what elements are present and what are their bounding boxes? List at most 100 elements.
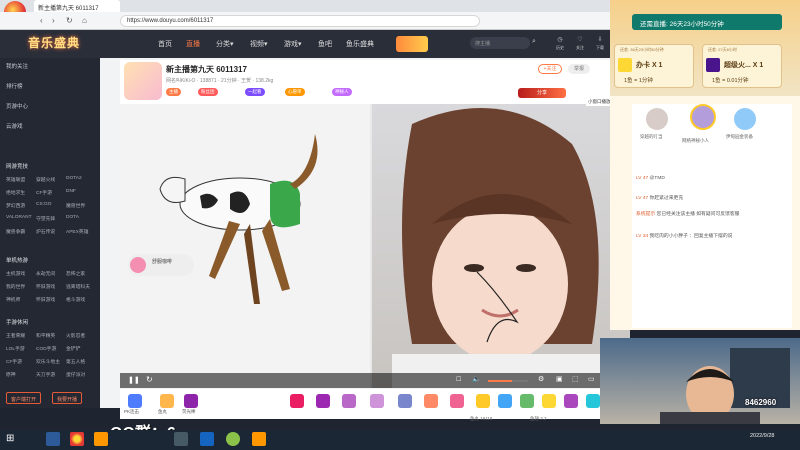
sidebar-item-cloudgame[interactable]: 云游戏 — [6, 122, 23, 130]
mini-window-button[interactable]: 小窗口播放 — [586, 98, 613, 106]
sidebar-link[interactable]: 穿越火线 — [36, 176, 66, 183]
search-input[interactable]: 搜主播 — [470, 37, 530, 49]
nav-video[interactable]: 视频▾ — [250, 39, 268, 49]
steam-icon[interactable] — [46, 432, 60, 446]
download-icon[interactable]: ⇩ — [592, 36, 608, 43]
danmu-icon[interactable]: ☐ — [456, 376, 461, 383]
sidebar-link[interactable]: 怀旧游戏 — [36, 296, 66, 303]
reload-icon[interactable]: ↻ — [66, 16, 73, 25]
sidebar-link[interactable]: 第五人格 — [66, 358, 96, 365]
sidebar-link[interactable]: 王者荣耀 — [6, 332, 36, 339]
app-icon[interactable] — [174, 432, 188, 446]
sidebar-link[interactable]: 魔兽争霸 — [6, 228, 36, 235]
chat-user[interactable]: LV 34 — [636, 234, 648, 239]
app-icon[interactable] — [252, 432, 266, 446]
sidebar-link[interactable]: 主机游戏 — [6, 270, 36, 277]
browser-tab[interactable]: 新主播第九天 6011317 — [34, 0, 120, 12]
home-icon[interactable]: ⌂ — [82, 16, 87, 25]
gift-icon[interactable] — [498, 394, 512, 408]
sidebar-item-following[interactable]: 我的关注 — [6, 62, 28, 70]
sidebar-link[interactable]: 格斗游戏 — [66, 296, 96, 303]
open-client-button[interactable]: 客户端打开 — [6, 392, 42, 404]
sidebar-link[interactable]: APEX英雄 — [66, 228, 96, 235]
sidebar-link[interactable]: CF手游 — [6, 358, 36, 365]
sidebar-link[interactable]: 逃离塔科夫 — [66, 283, 96, 290]
gift-icon[interactable] — [476, 394, 490, 408]
share-button[interactable]: 分享 — [518, 88, 566, 98]
sidebar-link[interactable]: 神机师 — [6, 296, 36, 303]
sidebar-section-online[interactable]: 网游竞技 — [6, 162, 28, 170]
sidebar-link[interactable]: 和平精英 — [36, 332, 66, 339]
sidebar-link[interactable]: 魔兽世界 — [66, 202, 96, 209]
sidebar-item-rank[interactable]: 排行榜 — [6, 82, 23, 90]
sidebar-link[interactable]: CS:GO — [36, 202, 66, 209]
sidebar-link[interactable]: 绝地求生 — [6, 189, 36, 196]
room-tag[interactable]: 神秘人 — [332, 88, 352, 96]
url-input[interactable]: https://www.douyu.com/6011317 — [120, 15, 480, 27]
sidebar-link[interactable]: 英雄联盟 — [6, 176, 36, 183]
fishball-icon[interactable] — [160, 394, 174, 408]
plane-icon[interactable] — [342, 394, 356, 408]
room-tag[interactable]: 心愿单 — [285, 88, 305, 96]
nav-home[interactable]: 首页 — [158, 39, 172, 49]
sidebar-link[interactable]: CF手游 — [36, 189, 66, 196]
theater-icon[interactable]: ▭ — [588, 375, 595, 383]
chat-user[interactable]: LV 47 — [636, 176, 648, 181]
gift-icon[interactable] — [564, 394, 578, 408]
sidebar-link[interactable]: 原神 — [6, 371, 36, 378]
sidebar-link[interactable]: LOL手游 — [6, 345, 36, 352]
sidebar-link[interactable]: 我的世界 — [6, 283, 36, 290]
app-icon[interactable] — [226, 432, 240, 446]
carnival-icon[interactable] — [450, 394, 464, 408]
nav-live[interactable]: 直播 — [186, 39, 200, 49]
sidebar-link[interactable]: DNF — [66, 189, 96, 196]
sidebar-link[interactable]: 守望先锋 — [36, 215, 66, 222]
gift-icon[interactable] — [520, 394, 534, 408]
history-icon[interactable]: ◷ — [552, 36, 568, 43]
sidebar-link[interactable]: VALORANT — [6, 215, 36, 222]
site-logo[interactable]: 音乐盛典 — [28, 34, 80, 51]
pk-icon[interactable] — [128, 394, 142, 408]
settings-icon[interactable]: ⚙ — [538, 375, 544, 383]
streamer-avatar[interactable] — [124, 62, 162, 100]
sidebar-link[interactable]: 火影忍者 — [66, 332, 96, 339]
sidebar-section-single[interactable]: 单机热游 — [6, 256, 28, 264]
report-button[interactable]: 举报 — [568, 64, 590, 74]
sidebar-link[interactable]: COD手游 — [36, 345, 66, 352]
room-tag[interactable]: 粉丝团 — [198, 88, 218, 96]
avatar[interactable] — [690, 104, 716, 130]
sword-icon[interactable] — [398, 394, 412, 408]
sidebar-link[interactable]: 炉石传说 — [36, 228, 66, 235]
gift-card-icon[interactable] — [290, 394, 304, 408]
follow-icon[interactable]: ♡ — [572, 36, 588, 43]
follow-button[interactable]: +关注 — [538, 64, 562, 74]
sidebar-section-mobile[interactable]: 手游休闲 — [6, 318, 28, 326]
sidebar-link[interactable]: 梦幻西游 — [6, 202, 36, 209]
gift-icon[interactable] — [586, 394, 600, 408]
rocket-icon[interactable] — [370, 394, 384, 408]
refresh-icon[interactable]: ↻ — [146, 375, 153, 384]
pause-icon[interactable]: ❚❚ — [128, 376, 140, 384]
sidebar-link[interactable]: 怀旧游戏 — [36, 283, 66, 290]
room-tag[interactable]: 主播 — [166, 88, 181, 96]
avatar[interactable] — [646, 108, 668, 130]
search-icon[interactable]: ⌕ — [532, 38, 536, 46]
sidebar-link[interactable]: DOTA2 — [66, 176, 96, 183]
promo-banner[interactable] — [396, 36, 428, 52]
nav-category[interactable]: 分类▾ — [216, 39, 234, 49]
back-icon[interactable]: ‹ — [40, 16, 43, 25]
chat-user[interactable]: LV 47 — [636, 196, 648, 201]
nav-fishbar[interactable]: 鱼吧 — [318, 39, 332, 49]
energy-icon[interactable] — [424, 394, 438, 408]
chrome-icon[interactable] — [70, 432, 84, 446]
sidebar-link[interactable]: 永劫无间 — [36, 270, 66, 277]
sidebar-item-webgame[interactable]: 页游中心 — [6, 102, 28, 110]
gift-icon[interactable] — [542, 394, 556, 408]
sidebar-link[interactable]: 欢乐斗地主 — [36, 358, 66, 365]
nav-game[interactable]: 游戏▾ — [284, 39, 302, 49]
start-live-button[interactable]: 我要开播 — [52, 392, 83, 404]
sidebar-link[interactable]: 天刀手游 — [36, 371, 66, 378]
widescreen-icon[interactable]: ⬚ — [572, 375, 579, 383]
sidebar-link[interactable]: 金铲铲 — [66, 345, 96, 352]
sidebar-link[interactable]: DOTA — [66, 215, 96, 222]
